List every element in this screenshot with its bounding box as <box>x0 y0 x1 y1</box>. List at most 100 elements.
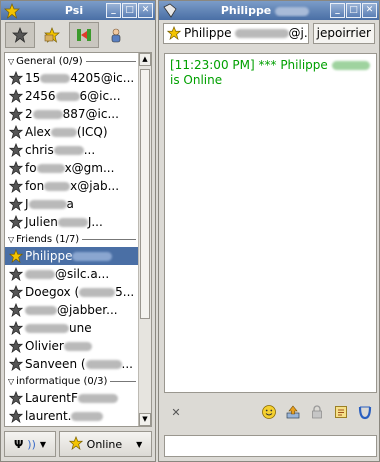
offline-star-icon <box>8 303 23 318</box>
contact-item[interactable]: @jabber... <box>5 301 139 319</box>
maximize-button[interactable]: □ <box>346 3 361 18</box>
encryption-lock-icon[interactable] <box>305 400 329 424</box>
contact-item[interactable]: Doegox (5... <box>5 283 139 301</box>
resource-field[interactable]: jepoirrier <box>312 22 375 44</box>
group-label: informatique <box>16 375 81 387</box>
group-count: (0/3) <box>83 375 108 387</box>
contact-name-tail: 887@ic... <box>62 107 119 121</box>
psi-titlebar[interactable]: Psi _ □ ✕ <box>1 1 155 20</box>
contact-list[interactable]: ▽ General (0/9) 15 4205@ic... 2456 6@ic... 2 88… <box>4 52 152 427</box>
offline-star-icon <box>8 427 23 428</box>
contact-item[interactable]: Ja <box>5 195 139 213</box>
clear-icon[interactable]: ✕ <box>164 400 188 424</box>
show-away-icon[interactable] <box>37 22 67 48</box>
contact-item[interactable]: 2456 6@ic... <box>5 87 139 105</box>
psi-roster-window: Psi _ □ ✕ ▽ General (0/9) 15 4205@ic... 2456… <box>0 0 156 462</box>
message-text: *** Philippe <box>258 58 328 72</box>
contact-item[interactable]: fon x@jab... <box>5 177 139 195</box>
contact-item[interactable]: Olivier <box>5 337 139 355</box>
contact-item[interactable]: Loic (... <box>5 425 139 428</box>
offline-star-icon <box>8 215 23 230</box>
offline-star-icon <box>8 409 23 424</box>
message-timestamp: [11:23:00 PM] <box>170 58 255 72</box>
roster-group-friends[interactable]: ▽ Friends (1/7) <box>5 231 139 247</box>
offline-star-icon <box>8 143 23 158</box>
contact-name: fo <box>25 161 37 175</box>
minimize-button[interactable]: _ <box>106 3 121 18</box>
psi-star-icon <box>3 2 21 20</box>
maximize-button[interactable]: □ <box>122 3 137 18</box>
offline-star-icon <box>8 125 23 140</box>
contact-name-tail: 6@ic... <box>79 89 121 103</box>
contact-name-tail: ... <box>83 143 96 157</box>
online-star-icon <box>68 435 83 453</box>
contact-name: LaurentF <box>25 391 78 405</box>
offline-star-icon <box>8 179 23 194</box>
show-self-icon[interactable] <box>101 22 131 48</box>
group-expanded-icon: ▽ <box>8 234 15 244</box>
contact-item[interactable]: Julien J... <box>5 213 139 231</box>
offline-star-icon <box>8 339 23 354</box>
contact-name: Sanveen ( <box>25 357 86 371</box>
scroll-down-arrow-icon[interactable]: ▼ <box>139 413 151 426</box>
contact-item[interactable]: Sanveen (... <box>5 355 139 373</box>
contact-item[interactable]: une <box>5 319 139 337</box>
contact-name-tail: a <box>66 197 74 211</box>
contact-name-tail: 4205@ic... <box>70 71 135 85</box>
scroll-up-arrow-icon[interactable]: ▲ <box>139 53 151 66</box>
status-selector[interactable]: Online ▼ <box>59 431 152 457</box>
group-expanded-icon: ▽ <box>8 56 15 66</box>
message-tail: is Online <box>170 73 223 87</box>
close-button[interactable]: ✕ <box>138 3 153 18</box>
contact-name: 15 <box>25 71 41 85</box>
contact-name: 2 <box>25 107 33 121</box>
contact-item[interactable]: 15 4205@ic... <box>5 69 139 87</box>
chat-log[interactable]: [11:23:00 PM] *** Philippe is Online <box>164 53 377 393</box>
group-label: General <box>16 55 56 67</box>
group-count: (1/7) <box>55 233 80 245</box>
offline-star-icon <box>8 107 23 122</box>
status-label: Online <box>86 437 123 451</box>
roster-group-general[interactable]: ▽ General (0/9) <box>5 53 139 69</box>
main-menu-button[interactable]: Ψ)) ▼ <box>4 431 56 457</box>
chat-window-icon <box>161 2 179 20</box>
show-agents-icon[interactable] <box>69 22 99 48</box>
offline-star-icon <box>8 321 23 336</box>
scroll-thumb[interactable] <box>140 69 150 319</box>
chat-header: Philippe @j. jepoirrier <box>159 20 379 46</box>
contact-item[interactable]: @silc.a... <box>5 265 139 283</box>
contact-item[interactable]: Philippe <box>5 247 139 265</box>
emoticon-icon[interactable] <box>257 400 281 424</box>
chat-window: Philippe _ □ ✕ Philippe @j. jepoirrier [… <box>158 0 380 462</box>
contact-jid-field[interactable]: Philippe @j. <box>163 22 309 44</box>
offline-star-icon <box>8 161 23 176</box>
offline-star-icon <box>8 391 23 406</box>
chat-titlebar[interactable]: Philippe _ □ ✕ <box>159 1 379 20</box>
contact-item[interactable]: fo x@gm... <box>5 159 139 177</box>
message-input[interactable] <box>164 435 377 457</box>
contact-name-tail: ... <box>121 357 133 371</box>
offline-star-icon <box>8 71 23 86</box>
contact-name: Julien <box>25 215 58 229</box>
contact-item[interactable]: laurent. <box>5 407 139 425</box>
offline-star-icon <box>8 285 23 300</box>
contact-name: chris <box>25 143 54 157</box>
roster-scrollbar[interactable]: ▲ ▼ <box>138 53 151 426</box>
history-icon[interactable] <box>329 400 353 424</box>
contact-item[interactable]: LaurentF <box>5 389 139 407</box>
roster-group-informatique[interactable]: ▽ informatique (0/3) <box>5 373 139 389</box>
contact-item[interactable]: Alex (ICQ) <box>5 123 139 141</box>
minimize-button[interactable]: _ <box>330 3 345 18</box>
contact-item[interactable]: chris... <box>5 141 139 159</box>
psi-menu-icon: Ψ <box>13 437 24 451</box>
contact-item[interactable]: 2 887@ic... <box>5 105 139 123</box>
show-offline-icon[interactable] <box>5 22 35 48</box>
send-file-icon[interactable] <box>281 400 305 424</box>
user-info-icon[interactable] <box>353 400 377 424</box>
contact-name-tail: x@jab... <box>70 179 120 193</box>
contact-name: Doegox ( <box>25 285 80 299</box>
chevron-down-icon: ▼ <box>136 439 143 449</box>
close-button[interactable]: ✕ <box>362 3 377 18</box>
online-star-icon <box>167 26 181 40</box>
offline-star-icon <box>8 357 23 372</box>
